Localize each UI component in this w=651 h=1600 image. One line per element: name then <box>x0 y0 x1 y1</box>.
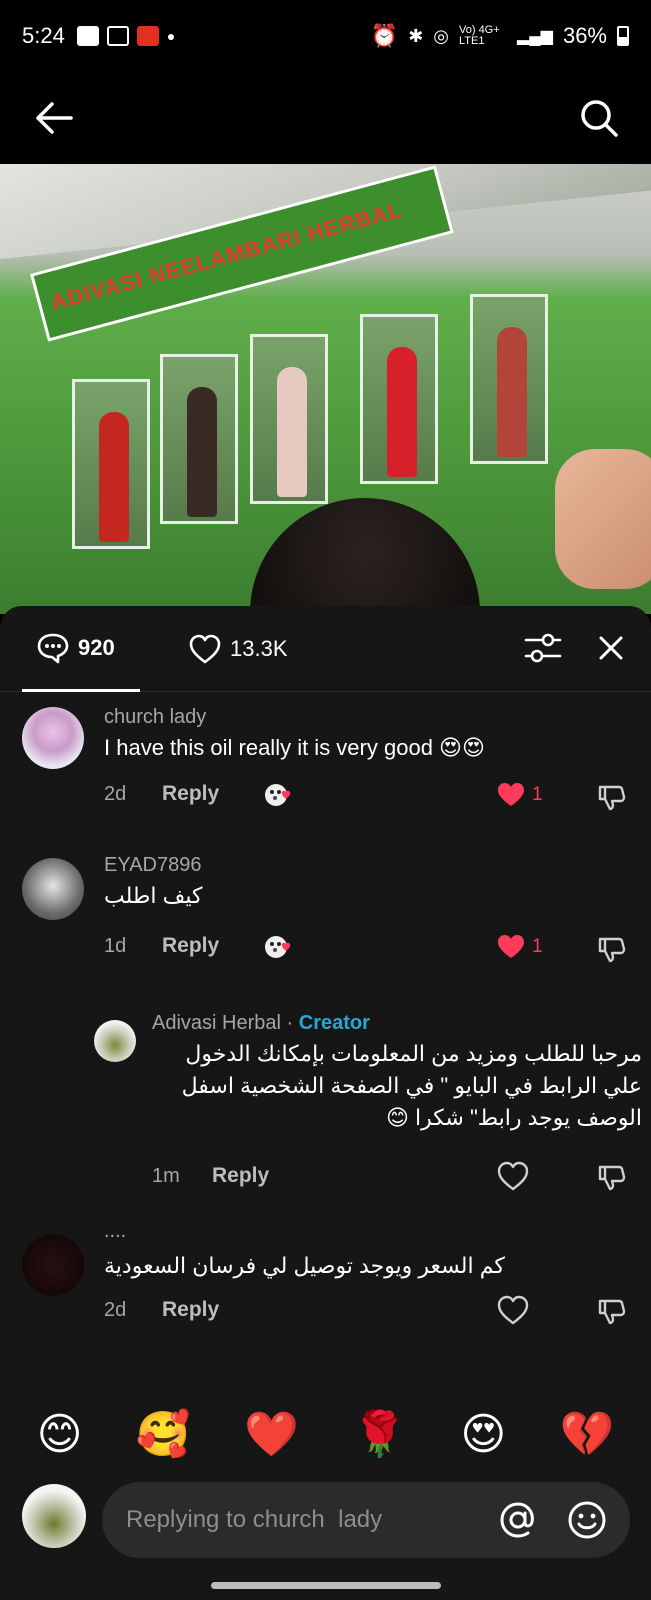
at-mention-icon <box>500 1502 534 1538</box>
status-right: ⏰ ✱ ◎ Vo) 4G+ LTE1 ▂▄▆ 36% <box>371 23 629 49</box>
comments-count: 920 <box>78 634 115 660</box>
heart-outline-icon[interactable] <box>496 1294 530 1326</box>
reply-input-row <box>0 1482 651 1562</box>
comment-age: 2d <box>104 783 127 805</box>
search-icon <box>581 100 618 137</box>
comment-like-count: 1 <box>532 935 543 957</box>
heart-filled-icon <box>498 783 524 806</box>
poster-panel <box>470 294 548 464</box>
battery-percent: 36% <box>562 23 607 48</box>
heart-eyes-emoji-button[interactable]: 😍 <box>460 1413 506 1457</box>
person-head <box>250 498 480 614</box>
reply-button[interactable]: Reply <box>162 782 219 806</box>
filter-button[interactable] <box>520 625 566 676</box>
comment-like-button[interactable]: 1 <box>496 933 543 960</box>
signal-icon: ▂▄▆ <box>517 28 553 45</box>
likes-count: 13.3K <box>230 636 288 661</box>
reply-button[interactable]: Reply <box>162 934 219 958</box>
tab-likes[interactable]: 13.3K <box>188 606 288 692</box>
my-avatar <box>22 1484 86 1548</box>
comment-like-count: 1 <box>532 783 543 805</box>
mention-button[interactable] <box>496 1498 540 1547</box>
back-button[interactable] <box>30 94 78 142</box>
creator-name: Adivasi Herbal <box>152 1012 281 1034</box>
smile-emoji-button[interactable]: 😊 <box>37 1413 83 1457</box>
comment-like-button[interactable]: 1 <box>496 781 543 808</box>
comment-text: كيف اطلب <box>104 883 203 908</box>
top-nav <box>0 72 651 164</box>
cnn-notification-icon <box>76 26 99 46</box>
hearts-face-emoji-button[interactable]: 🥰 <box>136 1413 191 1457</box>
comment-username[interactable]: church lady <box>104 706 206 729</box>
rose-emoji-button[interactable]: 🌹 <box>352 1413 407 1457</box>
gallery-notification-icon <box>106 26 129 46</box>
filter-sliders-icon <box>524 633 562 663</box>
comment-icon <box>37 633 69 663</box>
comment-username[interactable]: .... <box>104 1220 126 1243</box>
poster-panel <box>72 379 150 549</box>
avatar[interactable] <box>22 858 84 920</box>
reply-button[interactable]: Reply <box>212 1164 269 1188</box>
heart-emoji-button[interactable]: ❤️ <box>244 1413 299 1457</box>
sticker-reaction-icon[interactable] <box>262 932 296 962</box>
comment-age: 2d <box>104 1299 127 1321</box>
emoji-quick-bar: 😊 🥰 ❤️ 🌹 😍 💔 <box>0 1380 651 1490</box>
poster-panel <box>160 354 238 524</box>
status-time: 5:24 <box>22 23 65 48</box>
sticker-reaction-icon[interactable] <box>262 780 296 810</box>
heart-filled-icon <box>498 935 524 958</box>
comment-username[interactable]: Adivasi Herbal · Creator <box>152 1012 370 1035</box>
close-icon <box>599 636 623 660</box>
comment-text: I have this oil really it is very good 😍… <box>104 735 485 760</box>
comment-text: كم السعر ويوجد توصيل لي فرسان السعودية <box>104 1253 505 1278</box>
alarm-icon: ⏰ <box>370 23 399 48</box>
heart-outline-icon[interactable] <box>496 1160 530 1192</box>
back-arrow-icon <box>36 102 73 134</box>
dislike-icon[interactable] <box>596 780 628 812</box>
search-button[interactable] <box>575 94 623 142</box>
heart-outline-icon <box>189 634 221 664</box>
poster-panel <box>250 334 328 504</box>
comment-text: مرحبا للطلب ومزيد من المعلومات بإمكانك ا… <box>181 1041 642 1130</box>
bluetooth-icon: ✱ <box>408 25 424 46</box>
comment-username[interactable]: EYAD7896 <box>104 854 201 877</box>
emoji-picker-button[interactable] <box>565 1498 609 1547</box>
network-label: Vo) 4G+ LTE1 <box>459 24 500 47</box>
dislike-icon[interactable] <box>596 932 628 964</box>
app-notification-icon <box>136 26 159 46</box>
sheet-header: 920 13.3K <box>0 606 651 692</box>
creator-badge: Creator <box>298 1012 370 1034</box>
battery-icon <box>617 26 629 46</box>
close-button[interactable] <box>588 625 634 676</box>
more-notifications-icon: ● <box>166 28 176 44</box>
broken-heart-emoji-button[interactable]: 💔 <box>560 1413 615 1457</box>
avatar[interactable] <box>22 707 84 769</box>
home-indicator[interactable] <box>211 1582 441 1589</box>
smiley-icon <box>568 1501 606 1539</box>
reply-input[interactable] <box>102 1482 630 1558</box>
dislike-icon[interactable] <box>596 1160 628 1192</box>
status-bar: 5:24 ● ⏰ ✱ ◎ Vo) 4G+ LTE1 ▂▄▆ 36% <box>0 0 651 72</box>
dislike-icon[interactable] <box>596 1294 628 1326</box>
hotspot-icon: ◎ <box>433 25 449 46</box>
avatar[interactable] <box>22 1234 84 1296</box>
poster-panel <box>360 314 438 484</box>
name-separator: · <box>286 1012 294 1034</box>
avatar[interactable] <box>94 1020 136 1062</box>
comment-age: 1d <box>104 935 127 957</box>
video-player[interactable]: ADIVASI NEELAMBARI HERBAL <box>0 164 651 614</box>
person-hand <box>555 449 651 589</box>
tab-comments[interactable]: 920 <box>22 606 140 692</box>
reply-button[interactable]: Reply <box>162 1298 219 1322</box>
comment-age: 1m <box>152 1165 180 1187</box>
